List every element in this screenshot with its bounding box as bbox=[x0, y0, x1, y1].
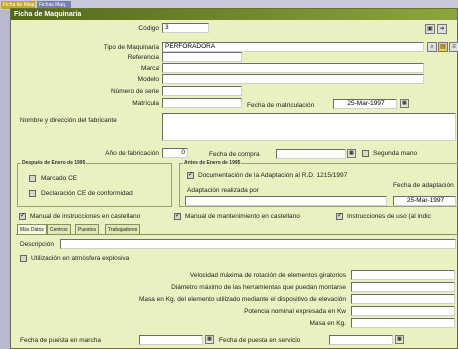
anio-field[interactable]: 0 bbox=[162, 148, 188, 158]
fecha-adaptacion-label: Fecha de adaptación bbox=[393, 182, 454, 189]
referencia-label: Referencia bbox=[127, 54, 159, 61]
manual-mantenimiento-checkbox[interactable]: ✓ bbox=[174, 213, 181, 220]
adaptacion-label: Adaptación realizada por bbox=[187, 187, 259, 194]
documentacion-label: Documentación de la Adaptación al R.D. 1… bbox=[198, 172, 348, 179]
fabricante-field[interactable] bbox=[162, 113, 456, 141]
masa-dispositivo-label: Masa en Kg. del elemento utilizado media… bbox=[138, 296, 346, 303]
tipo-label: Tipo de Maquinaria bbox=[103, 44, 159, 51]
manual-mantenimiento-label: Manual de mantenimiento en castellano bbox=[185, 213, 300, 220]
marca-field[interactable] bbox=[162, 63, 424, 73]
manual-castellano-label: Manual de instrucciones en castellano bbox=[30, 213, 141, 220]
fecha-compra-field[interactable] bbox=[276, 149, 346, 159]
puesta-servicio-label: Fecha de puesta en servicio bbox=[219, 337, 301, 344]
marca-label: Marca bbox=[140, 65, 159, 72]
puesta-marcha-field[interactable] bbox=[139, 335, 203, 345]
puesta-servicio-field[interactable] bbox=[329, 335, 393, 345]
masa-dispositivo-field[interactable] bbox=[351, 294, 455, 304]
masa-label: Masa en Kg. bbox=[309, 320, 347, 327]
modelo-field[interactable] bbox=[162, 74, 424, 84]
tab-puestos[interactable]: Puestos bbox=[75, 224, 100, 234]
fecha-matriculacion-label: Fecha de matriculación bbox=[247, 102, 315, 109]
documentacion-checkbox[interactable]: ✓ bbox=[187, 172, 194, 179]
atmosfera-label: Utilización en atmósfera explosiva bbox=[31, 255, 130, 262]
exit-icon[interactable]: ➜ bbox=[437, 24, 447, 34]
diametro-field[interactable] bbox=[351, 282, 455, 292]
group-despues-title: Después de Enero de 1995 bbox=[21, 160, 87, 167]
manual-castellano-checkbox[interactable]: ✓ bbox=[19, 213, 26, 220]
velocidad-label: Velocidad máxima de rotación de elemento… bbox=[189, 272, 346, 279]
matricula-field[interactable] bbox=[162, 98, 242, 108]
masa-field[interactable] bbox=[351, 318, 455, 328]
search-icon[interactable]: ⌕ bbox=[427, 42, 437, 52]
descripcion-field[interactable] bbox=[60, 239, 456, 249]
serie-field[interactable] bbox=[162, 86, 242, 96]
fecha-compra-label: Fecha de compra bbox=[209, 151, 260, 158]
calendar-icon[interactable]: ▦ bbox=[395, 335, 404, 344]
tipo-field[interactable]: PERFORADORA bbox=[162, 42, 424, 52]
instrucciones-uso-label: Instrucciones de uso (al indic bbox=[347, 213, 431, 220]
codigo-field[interactable]: 3 bbox=[162, 23, 209, 33]
marcado-ce-label: Marcado CE bbox=[41, 175, 78, 182]
modelo-label: Modelo bbox=[137, 76, 159, 83]
serie-label: Número de serie bbox=[110, 88, 159, 95]
adaptacion-field[interactable] bbox=[185, 196, 387, 206]
segunda-mano-label: Segunda mano bbox=[373, 150, 418, 157]
tab-panel: Descripción Utilización en atmósfera exp… bbox=[16, 234, 458, 348]
tab-mas-datos[interactable]: Más Datos bbox=[17, 224, 47, 234]
referencia-field[interactable] bbox=[162, 52, 242, 62]
segunda-mano-checkbox[interactable] bbox=[362, 150, 369, 157]
tab-trabajadores[interactable]: Trabajadores bbox=[105, 224, 141, 234]
group-antes-title: Antes de Enero de 1995 bbox=[183, 160, 242, 167]
tab-strip: Más Datos Centros Puestos Trabajadores bbox=[17, 224, 457, 234]
declaracion-ce-checkbox[interactable] bbox=[29, 190, 36, 197]
fecha-matriculacion-field[interactable]: 25-Mar-1997 bbox=[333, 99, 397, 109]
descripcion-label: Descripción bbox=[20, 241, 54, 248]
potencia-label: Potencia nominal expresada en Kw bbox=[244, 308, 346, 315]
velocidad-field[interactable] bbox=[351, 270, 455, 280]
potencia-field[interactable] bbox=[351, 306, 455, 316]
codigo-label: Código bbox=[138, 25, 159, 32]
list-icon[interactable]: ≡ bbox=[449, 42, 458, 52]
marcado-ce-checkbox[interactable] bbox=[29, 175, 36, 182]
group-despues: Después de Enero de 1995 Marcado CE Decl… bbox=[17, 160, 172, 207]
window: Ficha de Maquinaria ▣ ➜ Código 3 Tipo de… bbox=[10, 8, 458, 349]
declaracion-ce-label: Declaración CE de conformidad bbox=[41, 190, 133, 197]
folder-icon[interactable]: ▤ bbox=[438, 42, 448, 52]
calendar-icon[interactable]: ▦ bbox=[205, 335, 214, 344]
matricula-label: Matrícula bbox=[132, 100, 159, 107]
anio-label: Año de fabricación bbox=[105, 150, 159, 157]
instrucciones-uso-checkbox[interactable]: ✓ bbox=[336, 213, 343, 220]
calendar-icon[interactable]: ▦ bbox=[400, 99, 409, 108]
save-icon[interactable]: ▣ bbox=[425, 24, 435, 34]
tab-centros[interactable]: Centros bbox=[47, 224, 71, 234]
fabricante-label: Nombre y dirección del fabricante bbox=[20, 117, 117, 124]
atmosfera-checkbox[interactable] bbox=[20, 255, 27, 262]
calendar-icon[interactable]: ▦ bbox=[347, 149, 356, 158]
fecha-adaptacion-field[interactable]: 25-Mar-1997 bbox=[393, 196, 456, 206]
puesta-marcha-label: Fecha de puesta en marcha bbox=[20, 337, 101, 344]
diametro-label: Diámetro máximo de las herramientas que … bbox=[171, 284, 346, 291]
window-title: Ficha de Maquinaria bbox=[11, 9, 457, 20]
group-antes: Antes de Enero de 1995 ✓ Documentación d… bbox=[179, 160, 458, 207]
